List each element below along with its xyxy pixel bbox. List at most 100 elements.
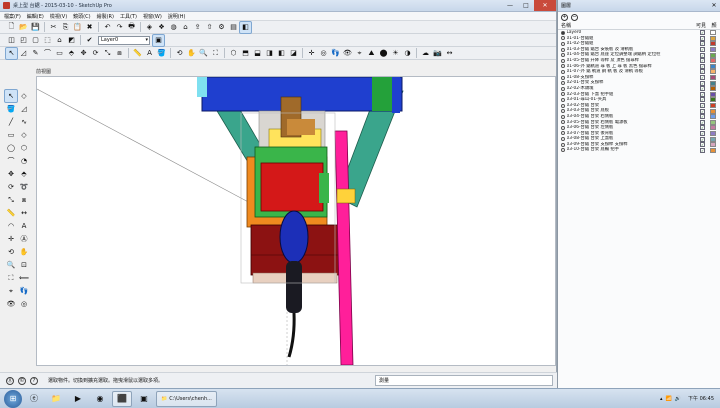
new-file-icon[interactable]: 🗋 xyxy=(6,22,17,33)
add-layer-button[interactable]: + xyxy=(561,13,568,21)
layer-color-swatch[interactable] xyxy=(710,41,716,47)
active-layer-radio[interactable] xyxy=(561,120,565,125)
zoom-window-tool-icon[interactable]: ⊡ xyxy=(18,259,30,271)
orbit-icon[interactable]: ⟲ xyxy=(174,48,185,59)
layer-visible-checkbox[interactable]: ✓ xyxy=(700,35,705,41)
layer-visible-checkbox[interactable]: ✓ xyxy=(700,119,705,125)
move-tool-icon[interactable]: ✥ xyxy=(5,168,17,180)
layer-visible-checkbox[interactable]: ✓ xyxy=(700,63,705,69)
match-photo-icon[interactable]: 📷 xyxy=(432,48,443,59)
scale-icon[interactable]: ⤡ xyxy=(102,48,113,59)
layer-visible-checkbox[interactable]: ✓ xyxy=(700,103,705,109)
col-visible[interactable]: 可見 xyxy=(694,22,708,29)
menu-draw[interactable]: 繪製(R) xyxy=(97,13,114,20)
polygon-tool-icon[interactable]: ⬡ xyxy=(18,142,30,154)
eraser-tool-icon[interactable]: ◿ xyxy=(18,103,30,115)
look-around-icon[interactable]: 👁 xyxy=(342,48,353,59)
layer-visible-checkbox[interactable]: ✓ xyxy=(700,75,705,81)
push-pull-tool-icon[interactable]: ⬘ xyxy=(18,168,30,180)
pan-tool-icon[interactable]: ✋ xyxy=(18,246,30,258)
active-layer-radio[interactable] xyxy=(561,36,565,41)
print-icon[interactable]: 🖶 xyxy=(126,22,137,33)
layer-color-swatch[interactable] xyxy=(710,103,716,109)
zoom-extents-icon[interactable]: ⛶ xyxy=(210,48,221,59)
clock[interactable]: 下午 06:45 xyxy=(688,395,714,402)
solid-tools-icon[interactable]: ⬤ xyxy=(378,48,389,59)
layer-color-swatch[interactable] xyxy=(710,130,716,136)
layer-visible-checkbox[interactable]: ✓ xyxy=(700,125,705,131)
layer-visible-checkbox[interactable]: ✓ xyxy=(700,97,705,103)
follow-me-tool-icon[interactable]: ➰ xyxy=(18,181,30,193)
layer-color-swatch[interactable] xyxy=(710,108,716,114)
line-tool-icon[interactable]: ╱ xyxy=(5,116,17,128)
dimension-tool-icon[interactable]: ↔ xyxy=(18,207,30,219)
active-layer-radio[interactable] xyxy=(561,142,565,147)
menu-camera[interactable]: 鏡頭(C) xyxy=(73,13,90,20)
layer-manager-icon[interactable]: ▣ xyxy=(152,33,165,47)
3d-text-tool-icon[interactable]: Ⓐ xyxy=(18,233,30,245)
layers-panel-title-bar[interactable]: 圖層 ✕ xyxy=(558,0,720,12)
top-view-icon[interactable]: ⬒ xyxy=(240,48,251,59)
eraser-icon[interactable]: ◿ xyxy=(18,48,29,59)
layer-color-swatch[interactable] xyxy=(710,69,716,75)
active-layer-radio[interactable] xyxy=(561,109,565,114)
circle-tool-icon[interactable]: ◯ xyxy=(5,142,17,154)
layer-color-swatch[interactable] xyxy=(710,142,716,148)
layer-color-swatch[interactable] xyxy=(710,125,716,131)
select-tool-icon[interactable]: ↖ xyxy=(4,89,18,103)
back-view-icon[interactable]: ◧ xyxy=(276,48,287,59)
freehand-tool-icon[interactable]: ∿ xyxy=(18,116,30,128)
delete-layer-button[interactable]: − xyxy=(571,13,578,21)
active-layer-radio[interactable] xyxy=(561,64,565,69)
layer-color-swatch[interactable] xyxy=(710,97,716,103)
pie-tool-icon[interactable]: ◔ xyxy=(18,155,30,167)
cut-icon[interactable]: ✂ xyxy=(48,22,59,33)
layer-color-swatch[interactable] xyxy=(710,75,716,81)
active-layer-radio[interactable] xyxy=(561,125,565,130)
paste-icon[interactable]: 📋 xyxy=(72,22,83,33)
layer-color-swatch[interactable] xyxy=(710,91,716,97)
media-player-icon[interactable]: ▶ xyxy=(68,391,88,407)
tape-measure-icon[interactable]: 📏 xyxy=(132,48,143,59)
layer-visible-checkbox[interactable]: ✓ xyxy=(700,52,705,58)
paint-tool-icon[interactable]: 🪣 xyxy=(5,103,17,115)
arc-icon[interactable]: ⌒ xyxy=(42,48,53,59)
close-button[interactable]: ✕ xyxy=(534,0,556,11)
shadow-icon[interactable]: ◑ xyxy=(402,48,413,59)
walk-icon[interactable]: 👣 xyxy=(330,48,341,59)
erase-icon[interactable]: ✖ xyxy=(84,22,95,33)
maximize-button[interactable]: □ xyxy=(518,0,534,11)
layer-color-swatch[interactable] xyxy=(710,86,716,92)
layers-close-button[interactable]: ✕ xyxy=(708,2,720,9)
materials-icon[interactable]: ◍ xyxy=(168,22,179,33)
scale-tool-icon[interactable]: ⤡ xyxy=(5,194,17,206)
help-icon[interactable]: ? xyxy=(30,376,38,385)
move-icon[interactable]: ✥ xyxy=(78,48,89,59)
undo-icon[interactable]: ↶ xyxy=(102,22,113,33)
zoom-tool-icon[interactable]: 🔍 xyxy=(5,259,17,271)
position-camera-tool-icon[interactable]: ⌖ xyxy=(5,285,17,297)
menu-window[interactable]: 視窗(W) xyxy=(143,13,162,20)
protractor-tool-icon[interactable]: ◠ xyxy=(5,220,17,232)
layer-color-swatch[interactable] xyxy=(710,119,716,125)
active-layer-radio[interactable] xyxy=(561,41,565,46)
look-around-tool-icon[interactable]: 👁 xyxy=(5,298,17,310)
rectangle-icon[interactable]: ▭ xyxy=(54,48,65,59)
layer-visible-checkbox[interactable]: ✓ xyxy=(700,108,705,114)
active-layer-radio[interactable] xyxy=(561,97,565,102)
model-viewport[interactable] xyxy=(36,76,556,366)
layer-visible-checkbox[interactable]: ✓ xyxy=(700,136,705,142)
active-layer-radio[interactable] xyxy=(561,131,565,136)
col-name[interactable]: 名稱 xyxy=(561,22,694,29)
offset-icon[interactable]: ⧈ xyxy=(114,48,125,59)
active-layer-radio[interactable] xyxy=(561,69,565,74)
text-tool-icon[interactable]: A xyxy=(18,220,30,232)
component-icon[interactable]: ◈ xyxy=(144,22,155,33)
layer-visible-checkbox[interactable]: ✓ xyxy=(700,142,705,148)
share-component-icon[interactable]: ⇧ xyxy=(204,22,215,33)
offset-tool-icon[interactable]: ⧈ xyxy=(18,194,30,206)
walk-tool-icon[interactable]: 👣 xyxy=(18,285,30,297)
title-bar[interactable]: 桌上型 台鋸 - 2015-03-10 - SketchUp Pro — □ ✕ xyxy=(0,0,556,12)
layer-color-swatch[interactable] xyxy=(710,47,716,53)
axes-icon[interactable]: ✛ xyxy=(306,48,317,59)
